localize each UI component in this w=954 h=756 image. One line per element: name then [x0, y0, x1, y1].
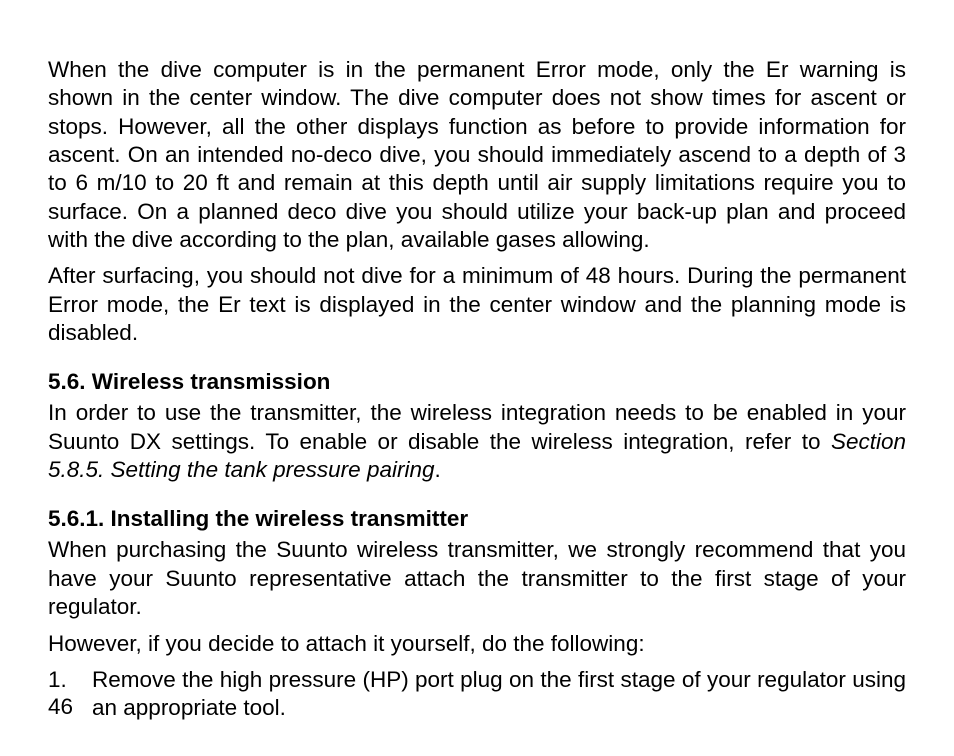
- paragraph-error-mode: When the dive computer is in the permane…: [48, 56, 906, 254]
- list-item: 1. Remove the high pressure (HP) port pl…: [48, 666, 906, 723]
- paragraph-5-6-1-lead: However, if you decide to attach it your…: [48, 630, 906, 658]
- page-number: 46: [48, 694, 73, 720]
- list-item-text: Remove the high pressure (HP) port plug …: [92, 666, 906, 723]
- heading-5-6-1: 5.6.1. Installing the wireless transmitt…: [48, 506, 906, 532]
- text-5-6-suffix: .: [435, 457, 441, 482]
- paragraph-after-surfacing: After surfacing, you should not dive for…: [48, 262, 906, 347]
- heading-5-6: 5.6. Wireless transmission: [48, 369, 906, 395]
- text-5-6-prefix: In order to use the transmitter, the wir…: [48, 400, 906, 453]
- paragraph-5-6-1-intro: When purchasing the Suunto wireless tran…: [48, 536, 906, 621]
- document-page: When the dive computer is in the permane…: [0, 0, 954, 756]
- paragraph-5-6-body: In order to use the transmitter, the wir…: [48, 399, 906, 484]
- install-steps-list: 1. Remove the high pressure (HP) port pl…: [48, 666, 906, 723]
